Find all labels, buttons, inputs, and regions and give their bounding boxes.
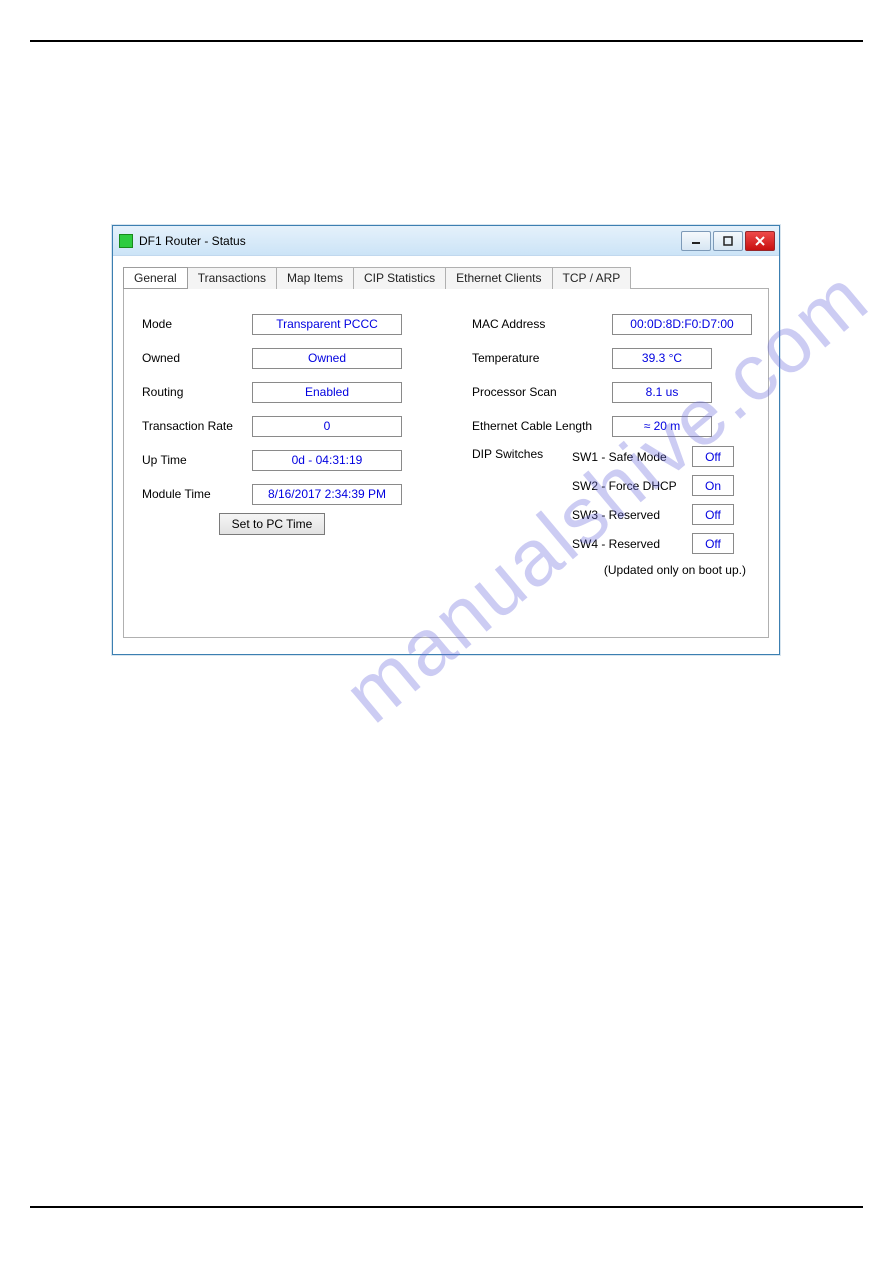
processor-scan-label: Processor Scan — [472, 385, 612, 399]
transaction-rate-value: 0 — [252, 416, 402, 437]
up-time-value: 0d - 04:31:19 — [252, 450, 402, 471]
tab-map-items[interactable]: Map Items — [276, 267, 354, 289]
module-time-label: Module Time — [142, 487, 252, 501]
up-time-label: Up Time — [142, 453, 252, 467]
sw2-value: On — [692, 475, 734, 496]
maximize-button[interactable] — [713, 231, 743, 251]
tab-ethernet-clients[interactable]: Ethernet Clients — [445, 267, 552, 289]
set-pc-time-button[interactable]: Set to PC Time — [219, 513, 326, 535]
owned-value: Owned — [252, 348, 402, 369]
module-time-value: 8/16/2017 2:34:39 PM — [252, 484, 402, 505]
window-title: DF1 Router - Status — [139, 234, 681, 248]
routing-value: Enabled — [252, 382, 402, 403]
general-panel: Mode Transparent PCCC Owned Owned Routin… — [123, 288, 769, 638]
dip-note: (Updated only on boot up.) — [472, 563, 752, 577]
sw1-value: Off — [692, 446, 734, 467]
sw1-label: SW1 - Safe Mode — [572, 450, 692, 464]
title-bar: DF1 Router - Status — [113, 226, 779, 256]
tab-general[interactable]: General — [123, 267, 188, 289]
minimize-icon — [691, 236, 701, 246]
dip-switch-block: DIP Switches SW1 - Safe Mode Off SW2 - F… — [472, 445, 752, 555]
sw2-label: SW2 - Force DHCP — [572, 479, 692, 493]
transaction-rate-label: Transaction Rate — [142, 419, 252, 433]
left-column: Mode Transparent PCCC Owned Owned Routin… — [142, 309, 442, 577]
routing-label: Routing — [142, 385, 252, 399]
tab-strip: General Transactions Map Items CIP Stati… — [123, 267, 769, 289]
processor-scan-value: 8.1 us — [612, 382, 712, 403]
temperature-label: Temperature — [472, 351, 612, 365]
sw3-value: Off — [692, 504, 734, 525]
page-top-rule — [30, 40, 863, 42]
status-window: DF1 Router - Status General Transactions… — [112, 225, 780, 655]
page-bottom-rule — [30, 1206, 863, 1208]
maximize-icon — [723, 236, 733, 246]
client-area: General Transactions Map Items CIP Stati… — [113, 256, 779, 650]
dip-switches-label: DIP Switches — [472, 445, 554, 555]
tab-transactions[interactable]: Transactions — [187, 267, 277, 289]
ethernet-cable-label: Ethernet Cable Length — [472, 419, 612, 433]
minimize-button[interactable] — [681, 231, 711, 251]
close-button[interactable] — [745, 231, 775, 251]
sw4-label: SW4 - Reserved — [572, 537, 692, 551]
sw3-label: SW3 - Reserved — [572, 508, 692, 522]
mode-value: Transparent PCCC — [252, 314, 402, 335]
app-icon — [119, 234, 133, 248]
sw4-value: Off — [692, 533, 734, 554]
mode-label: Mode — [142, 317, 252, 331]
tab-cip-statistics[interactable]: CIP Statistics — [353, 267, 446, 289]
ethernet-cable-value: ≈ 20 m — [612, 416, 712, 437]
window-controls — [681, 231, 775, 251]
temperature-value: 39.3 °C — [612, 348, 712, 369]
close-icon — [755, 236, 765, 246]
owned-label: Owned — [142, 351, 252, 365]
mac-label: MAC Address — [472, 317, 612, 331]
mac-value: 00:0D:8D:F0:D7:00 — [612, 314, 752, 335]
tab-tcp-arp[interactable]: TCP / ARP — [552, 267, 632, 289]
right-column: MAC Address 00:0D:8D:F0:D7:00 Temperatur… — [472, 309, 752, 577]
